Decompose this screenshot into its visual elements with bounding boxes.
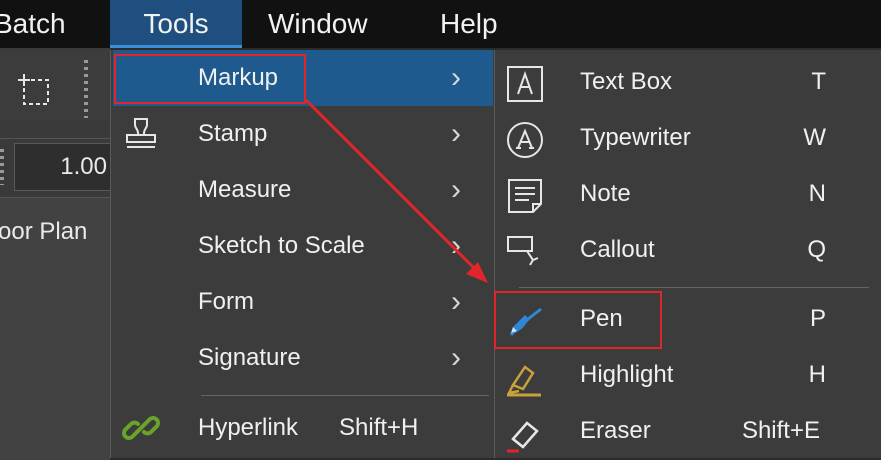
- menu-item-label: Hyperlink: [198, 414, 299, 441]
- submenu-divider: [519, 287, 869, 288]
- submenu-arrow-icon: ›: [451, 285, 461, 318]
- submenu-item-text-box[interactable]: Text Box T: [495, 54, 881, 110]
- submenu-arrow-icon: ›: [451, 173, 461, 206]
- submenu-item-label: Highlight: [580, 361, 674, 388]
- submenu-item-key: Q: [807, 236, 826, 263]
- toolbar-row: [0, 50, 110, 120]
- submenu-arrow-icon: ›: [451, 229, 461, 262]
- menu-help[interactable]: Help: [440, 0, 498, 48]
- document-tab[interactable]: Floor Plan: [0, 198, 110, 460]
- zoom-row: 1.00: [0, 138, 114, 198]
- submenu-item-label: Typewriter: [580, 124, 691, 151]
- menu-divider: [201, 395, 489, 396]
- submenu-item-key: Shift+E: [741, 417, 820, 444]
- submenu-item-typewriter[interactable]: Typewriter W: [495, 110, 881, 166]
- menu-item-label: Signature: [198, 344, 301, 371]
- submenu-item-key: T: [811, 68, 826, 95]
- submenu-item-label: Callout: [580, 236, 655, 263]
- submenu-item-label: Text Box: [580, 68, 673, 95]
- menu-window[interactable]: Window: [268, 0, 368, 48]
- menu-tools[interactable]: Tools: [110, 0, 242, 48]
- document-tab-label: Floor Plan: [0, 218, 88, 245]
- menu-item-measure[interactable]: Measure ›: [113, 162, 493, 218]
- submenu-arrow-icon: ›: [451, 341, 461, 374]
- typewriter-icon: [507, 122, 543, 158]
- stamp-icon: [126, 118, 156, 148]
- left-panel: 1.00 Floor Plan: [0, 48, 114, 460]
- submenu-item-key: H: [808, 361, 826, 388]
- highlight-icon: [506, 365, 541, 397]
- markup-highlight-box: [114, 54, 306, 104]
- pen-highlight-box: [494, 291, 662, 349]
- eraser-icon: [507, 421, 539, 453]
- tools-menu: Markup › Stamp › Measure › Sketch to Sca…: [110, 50, 494, 458]
- submenu-arrow-icon: ›: [451, 61, 461, 94]
- submenu-item-label: Note: [580, 180, 631, 207]
- submenu-item-note[interactable]: Note N: [495, 166, 881, 222]
- submenu-item-eraser[interactable]: Eraser Shift+E: [495, 403, 881, 459]
- rectangle-select-icon[interactable]: [18, 74, 52, 108]
- submenu-item-highlight[interactable]: Highlight H: [495, 347, 881, 403]
- link-icon: [122, 416, 160, 440]
- zoom-grip: [0, 149, 4, 185]
- menu-item-hyperlink[interactable]: Hyperlink Shift+H: [113, 400, 493, 456]
- markup-submenu: Text Box T Typewriter W Note N Callout Q: [494, 50, 881, 458]
- menu-item-label: Sketch to Scale: [198, 232, 365, 259]
- submenu-item-key: N: [808, 180, 826, 207]
- note-icon: [508, 179, 542, 213]
- menu-item-label: Form: [198, 288, 254, 315]
- zoom-input[interactable]: 1.00: [14, 143, 114, 191]
- menu-item-signature[interactable]: Signature ›: [113, 330, 493, 386]
- submenu-item-key: W: [803, 124, 826, 151]
- submenu-item-key: P: [809, 305, 826, 332]
- callout-icon: [507, 236, 539, 266]
- submenu-item-label: Eraser: [580, 417, 651, 444]
- menu-item-form[interactable]: Form ›: [113, 274, 493, 330]
- menu-item-label: Measure: [198, 176, 292, 203]
- menu-batch[interactable]: Batch: [0, 0, 108, 48]
- submenu-arrow-icon: ›: [451, 117, 461, 150]
- menu-bar: Batch Tools Window Help: [0, 0, 881, 48]
- menu-item-label: Stamp: [198, 120, 268, 147]
- menu-item-shortcut: Shift+H: [339, 414, 419, 441]
- submenu-item-callout[interactable]: Callout Q: [495, 222, 881, 278]
- toolbar-grip: [84, 60, 88, 118]
- menu-item-sketch-to-scale[interactable]: Sketch to Scale ›: [113, 218, 493, 274]
- text-box-icon: [507, 66, 543, 102]
- menu-item-stamp[interactable]: Stamp ›: [113, 106, 493, 162]
